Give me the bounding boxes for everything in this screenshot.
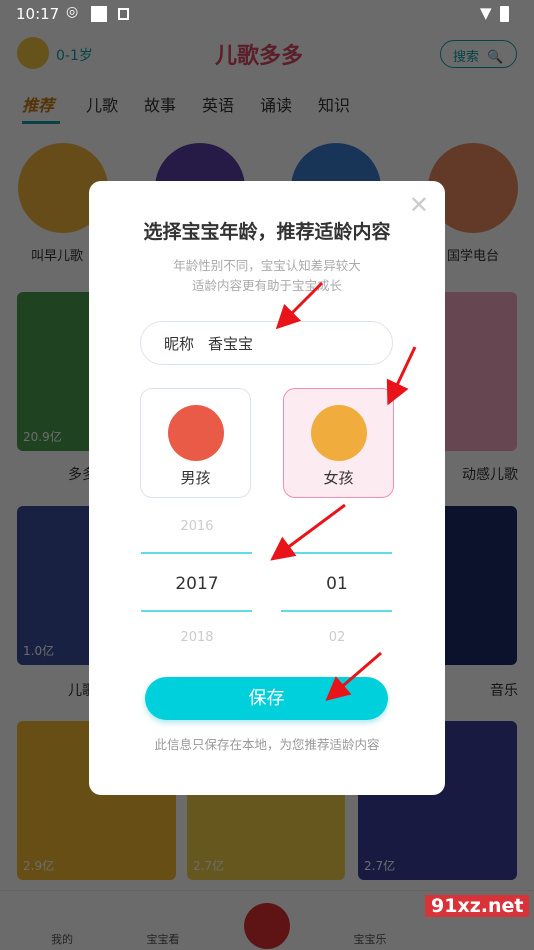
month-selected[interactable]: 01: [281, 574, 393, 594]
boy-avatar-icon: [167, 405, 224, 461]
nickname-field[interactable]: 昵称 香宝宝: [140, 321, 393, 365]
dialog-footnote: 此信息只保存在本地，为您推荐适龄内容: [154, 737, 380, 752]
nav-music[interactable]: 宝宝乐: [340, 931, 400, 947]
status-time: 10:17: [16, 5, 60, 23]
wifi-icon: ▼: [480, 4, 492, 22]
age-label[interactable]: 0-1岁: [56, 45, 93, 65]
tab-songs[interactable]: 儿歌: [86, 92, 118, 116]
tab-knowledge[interactable]: 知识: [318, 92, 350, 116]
year-next[interactable]: 2018: [141, 630, 253, 645]
a-icon: [118, 8, 129, 20]
play-count: 2.7亿: [364, 859, 396, 873]
girl-label: 女孩: [323, 469, 354, 487]
tab-indicator: [22, 121, 60, 124]
avatar[interactable]: [17, 37, 49, 69]
save-button[interactable]: 保存: [145, 677, 388, 720]
girl-avatar-icon: [310, 405, 367, 461]
boy-option[interactable]: 男孩: [140, 388, 251, 498]
date-picker[interactable]: 2016 2017 2018 01 02: [141, 511, 393, 651]
nav-watch[interactable]: 宝宝看: [133, 931, 193, 947]
year-selected[interactable]: 2017: [141, 574, 253, 594]
tab-recite[interactable]: 诵读: [260, 92, 292, 116]
nav-mine[interactable]: 我的: [32, 931, 92, 947]
dialog-subtitle: 适龄内容更有助于宝宝成长: [191, 278, 342, 293]
tab-recommend[interactable]: 推荐: [22, 92, 54, 116]
search-icon: 🔍: [487, 50, 504, 65]
nickname-label: 昵称: [164, 335, 195, 353]
picker-line: [281, 610, 392, 612]
play-count: 2.7亿: [193, 859, 225, 873]
battery-icon: [500, 6, 509, 22]
search-label: 搜索: [453, 50, 480, 65]
picker-line: [141, 552, 252, 554]
nickname-value: 香宝宝: [208, 335, 254, 353]
boy-label: 男孩: [180, 469, 211, 487]
picker-line: [141, 610, 252, 612]
search-button[interactable]: 搜索 🔍: [440, 40, 517, 68]
tab-stories[interactable]: 故事: [144, 92, 176, 116]
tab-english[interactable]: 英语: [202, 92, 234, 116]
weibo-icon: ◎: [66, 4, 79, 20]
girl-option[interactable]: 女孩: [283, 388, 394, 498]
play-count: 20.9亿: [23, 430, 62, 444]
play-button[interactable]: [244, 903, 290, 949]
dialog-subtitle: 年龄性别不同，宝宝认知差异较大: [173, 258, 361, 273]
picker-line: [281, 552, 392, 554]
close-icon[interactable]: ✕: [409, 191, 429, 219]
play-count: 1.0亿: [23, 644, 55, 658]
dialog-title: 选择宝宝年龄，推荐适龄内容: [143, 221, 391, 243]
notification-icon: [91, 6, 107, 22]
year-prev[interactable]: 2016: [141, 519, 253, 534]
status-bar: 10:17 ◎ ▼: [0, 0, 534, 30]
watermark-logo: 91xz.net: [425, 895, 530, 917]
month-next[interactable]: 02: [281, 630, 393, 645]
app-logo: 儿歌多多: [215, 44, 304, 69]
age-dialog: ✕ 选择宝宝年龄，推荐适龄内容 年龄性别不同，宝宝认知差异较大 适龄内容更有助于…: [89, 181, 445, 795]
play-count: 2.9亿: [23, 859, 55, 873]
